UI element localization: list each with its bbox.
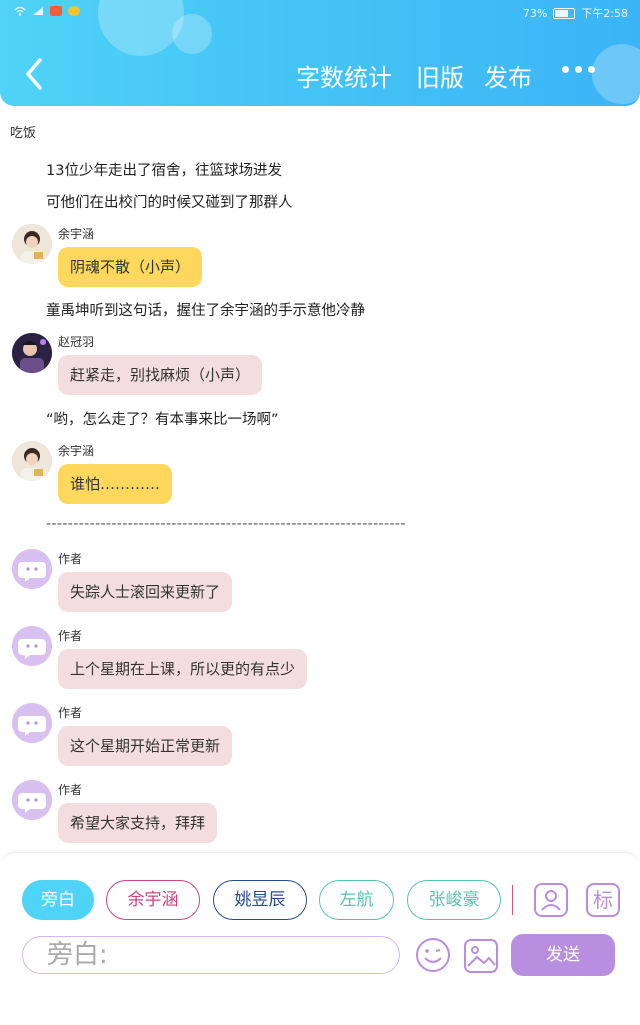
sender-name: 作者: [58, 552, 83, 566]
message-bubble[interactable]: 上个星期在上课，所以更的有点少: [58, 649, 308, 689]
avatar-zhao-guanyu[interactable]: [12, 333, 52, 373]
role-yu-yuhan[interactable]: 余宇涵: [106, 880, 200, 920]
chat-bubble-face-icon: [12, 549, 52, 589]
app-notification-icon: [68, 6, 80, 16]
narration-line[interactable]: 童禹坤听到这句话，握住了余宇涵的手示意他冷静: [46, 299, 365, 320]
narration-line[interactable]: “哟，怎么走了？有本事来比一场啊”: [46, 408, 279, 429]
sender-name: 赵冠羽: [58, 335, 95, 349]
more-button[interactable]: [562, 66, 595, 73]
add-character-button[interactable]: [534, 883, 568, 917]
sender-name: 余宇涵: [58, 227, 95, 241]
role-zhang-junhao[interactable]: 张峻豪: [407, 880, 501, 920]
old-version-button[interactable]: 旧版: [416, 58, 464, 93]
sender-name: 作者: [58, 706, 83, 720]
message-bubble[interactable]: 这个星期开始正常更新: [58, 726, 233, 766]
more-dot-icon: [575, 66, 582, 73]
chapter-title[interactable]: 吃饭: [10, 122, 36, 141]
chat-bubble-face-icon: [12, 780, 52, 820]
message-bubble[interactable]: 阴魂不散（小声）: [58, 247, 203, 287]
role-more-partial[interactable]: [512, 885, 520, 915]
emoji-button[interactable]: [414, 936, 452, 974]
battery-icon: [553, 7, 576, 19]
more-dot-icon: [562, 66, 569, 73]
word-count-button[interactable]: 字数统计: [296, 58, 392, 93]
clock: 下午2:58: [581, 7, 628, 20]
wifi-icon: [14, 6, 26, 16]
avatar-author[interactable]: [12, 703, 52, 743]
person-photo-icon: [12, 224, 52, 264]
battery-percent: 73%: [522, 6, 548, 20]
section-divider: ----------------------------------------…: [46, 516, 406, 532]
tag-button[interactable]: 标: [586, 883, 620, 917]
role-narrator[interactable]: 旁白: [22, 880, 94, 920]
publish-button[interactable]: 发布: [484, 58, 532, 93]
signal-icon: [32, 6, 44, 16]
back-button[interactable]: [22, 56, 46, 92]
top-bar: 73% 下午2:58 字数统计 旧版 发布: [0, 0, 640, 106]
chat-bubble-face-icon: [12, 626, 52, 666]
message-bubble[interactable]: 希望大家支持，拜拜: [58, 803, 218, 843]
avatar-author[interactable]: [12, 549, 52, 589]
smiley-icon: [416, 938, 450, 972]
person-icon: [541, 890, 561, 911]
avatar-author[interactable]: [12, 626, 52, 666]
message-input[interactable]: [45, 937, 389, 973]
chevron-left-icon: [26, 58, 42, 90]
more-dot-icon: [588, 66, 595, 73]
sender-name: 作者: [58, 783, 83, 797]
app-notification-icon: [50, 6, 62, 16]
narration-line[interactable]: 可他们在出校门的时候又碰到了那群人: [46, 191, 293, 212]
message-bubble[interactable]: 失踪人士滚回来更新了: [58, 572, 233, 612]
status-bar: 73% 下午2:58: [0, 4, 640, 22]
message-bubble[interactable]: 赶紧走，别找麻烦（小声）: [58, 355, 263, 395]
avatar-yu-yuhan[interactable]: [12, 441, 52, 481]
role-zuo-hang[interactable]: 左航: [319, 880, 394, 920]
sender-name: 作者: [58, 629, 83, 643]
narration-line[interactable]: 13位少年走出了宿舍，往篮球场进发: [46, 159, 282, 180]
image-button[interactable]: [463, 938, 499, 974]
image-icon: [464, 939, 498, 973]
person-photo-icon: [12, 441, 52, 481]
chat-bubble-face-icon: [12, 703, 52, 743]
send-button[interactable]: 发送: [511, 934, 615, 976]
avatar-author[interactable]: [12, 780, 52, 820]
avatar-yu-yuhan[interactable]: [12, 224, 52, 264]
sender-name: 余宇涵: [58, 444, 95, 458]
role-yao-yuchen[interactable]: 姚昱辰: [213, 880, 307, 920]
message-input-wrapper[interactable]: [22, 936, 400, 974]
person-photo-icon: [12, 333, 52, 373]
message-bubble[interactable]: 谁怕…………: [58, 464, 173, 504]
